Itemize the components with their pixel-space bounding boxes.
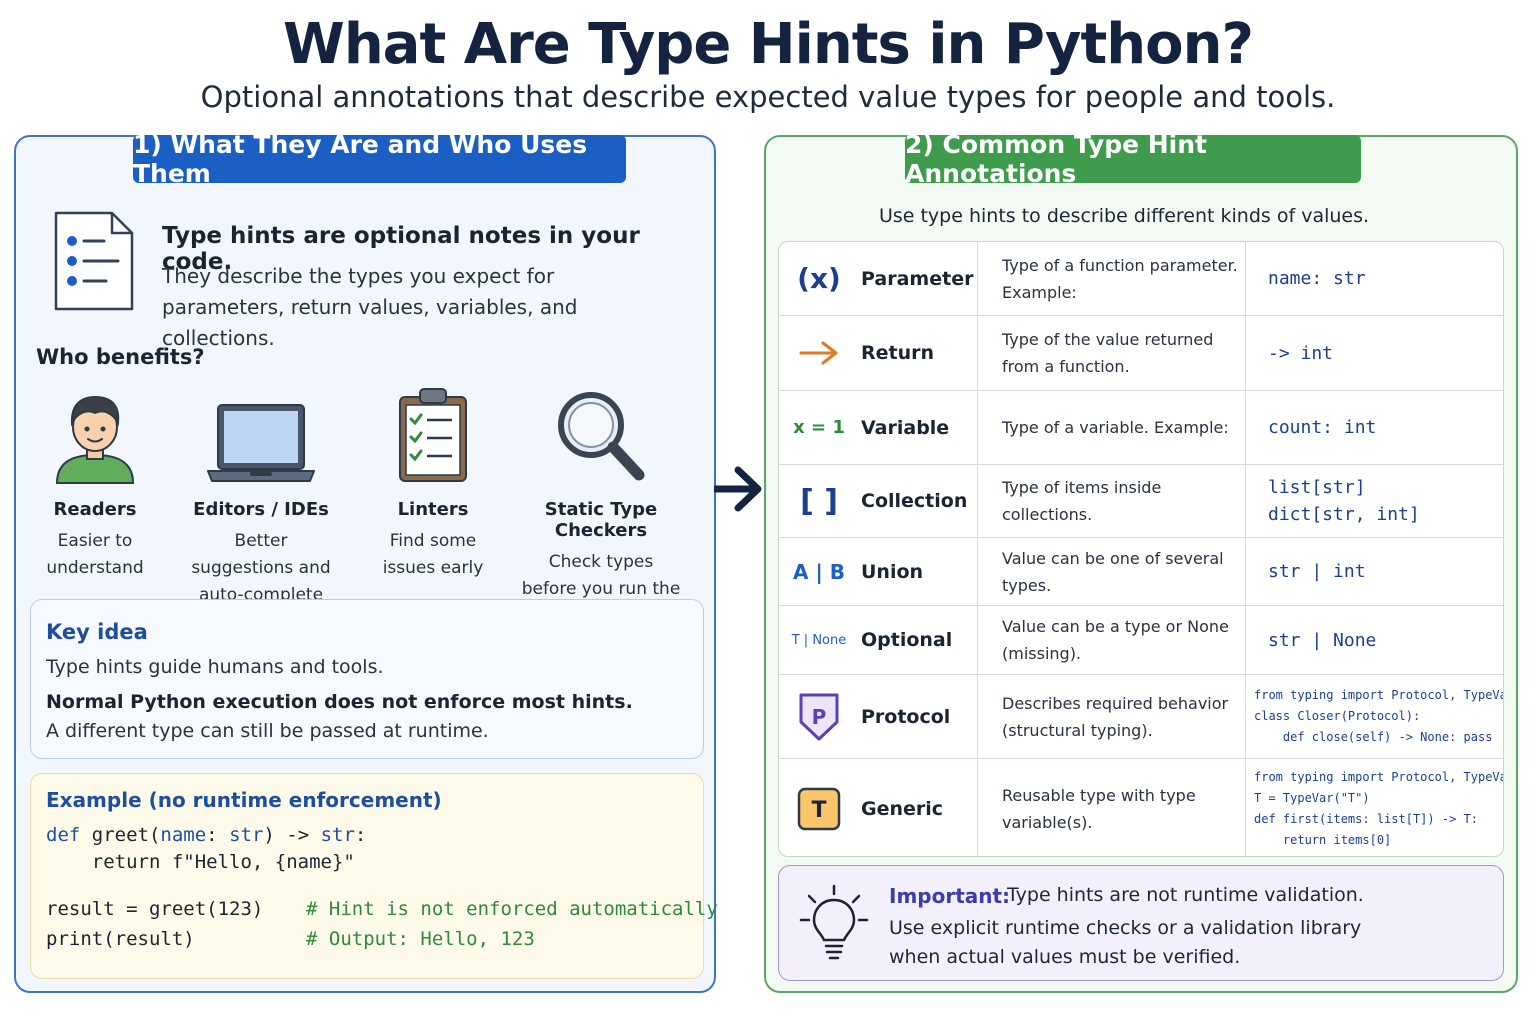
benefit-editors: Editors / IDEs Better suggestions and au…	[176, 379, 346, 609]
arrow-right-icon	[714, 466, 762, 512]
row-desc: Type of the value returned from a functi…	[977, 316, 1245, 390]
key-idea-line-bold: Normal Python execution does not enforce…	[46, 691, 633, 713]
benefit-linters: Linters Find some issues early	[348, 379, 518, 582]
benefit-name: Editors / IDEs	[193, 499, 329, 520]
key-idea-title: Key idea	[46, 620, 148, 644]
table-row-parameter: (x) Parameter Type of a function paramet…	[779, 242, 1503, 316]
row-name: Protocol	[861, 705, 951, 728]
row-name: Variable	[861, 416, 950, 439]
benefit-desc: Find some issues early	[382, 531, 484, 578]
variable-symbol-icon: x = 1	[793, 417, 845, 438]
optional-symbol-icon: T | None	[791, 632, 847, 648]
table-row-optional: T | None Optional Value can be a type or…	[779, 606, 1503, 675]
svg-text:T: T	[811, 798, 826, 823]
table-row-union: A | B Union Value can be one of several …	[779, 538, 1503, 606]
row-desc: Type of a function parameter. Example:	[977, 242, 1245, 315]
clipboard-checklist-icon	[399, 388, 467, 482]
important-line: Type hints are not runtime validation.	[1007, 884, 1364, 906]
intro-body: They describe the types you expect for p…	[162, 264, 578, 350]
row-code: str | int	[1245, 538, 1503, 605]
page-subtitle: Optional annotations that describe expec…	[200, 80, 1336, 114]
row-code: list[str] dict[str, int]	[1245, 465, 1503, 537]
page-title: What Are Type Hints in Python?	[283, 12, 1254, 77]
table-row-collection: [ ] Collection Type of items inside coll…	[779, 465, 1503, 538]
benefit-name: Static Type Checkers	[544, 499, 658, 541]
row-code: str | None	[1245, 606, 1503, 674]
key-idea-box: Key idea Type hints guide humans and too…	[30, 599, 704, 759]
brackets-icon: [ ]	[800, 483, 838, 519]
magnifier-icon	[558, 392, 645, 481]
row-name: Return	[861, 342, 935, 364]
table-row-return: Return Type of the value returned from a…	[779, 316, 1503, 391]
important-line: when actual values must be verified.	[889, 946, 1241, 968]
code-comment: # Output: Hello, 123	[306, 928, 535, 950]
panel-heading-right: 2) Common Type Hint Annotations	[905, 130, 1361, 188]
row-code: count: int	[1245, 391, 1503, 464]
benefit-static-type-checkers: Static Type Checkers Check types before …	[506, 379, 696, 630]
benefit-readers: Readers Easier to understand	[10, 379, 180, 582]
table-row-generic: T Generic Reusable type with type variab…	[779, 759, 1503, 856]
example-box: Example (no runtime enforcement) def gre…	[30, 773, 718, 979]
row-code: from typing import Protocol, TypeVar T = …	[1245, 759, 1503, 856]
lightbulb-icon	[799, 884, 869, 960]
row-desc: Value can be one of several types.	[977, 538, 1245, 605]
example-title: Example (no runtime enforcement)	[46, 788, 442, 812]
union-symbol-icon: A | B	[793, 559, 845, 584]
row-name: Optional	[861, 629, 953, 651]
code-line-def: def greet(name: str) -> str:	[46, 824, 367, 846]
row-name: Collection	[861, 490, 968, 512]
benefit-desc: Better suggestions and auto-complete	[191, 531, 331, 605]
panel-what-they-are: 1) What They Are and Who Uses Them Type …	[14, 130, 718, 993]
row-code: name: str	[1245, 242, 1503, 315]
important-note: Important: Type hints are not runtime va…	[778, 865, 1504, 981]
row-desc: Type of a variable. Example:	[977, 391, 1245, 464]
svg-text:P: P	[812, 705, 827, 729]
benefit-name: Readers	[53, 499, 137, 520]
generic-t-icon: T	[779, 759, 859, 856]
row-name: Union	[861, 560, 924, 583]
protocol-shield-icon: P	[779, 675, 859, 758]
table-row-variable: x = 1 Variable Type of a variable. Examp…	[779, 391, 1503, 465]
key-idea-line: A different type can still be passed at …	[46, 720, 489, 742]
document-list-icon	[54, 211, 134, 311]
benefits-heading: Who benefits?	[36, 345, 205, 369]
row-desc: Type of items inside collections.	[977, 465, 1245, 537]
row-name: Parameter	[861, 267, 974, 290]
code-line-result: result = greet(123)	[46, 898, 264, 920]
important-line: Use explicit runtime checks or a validat…	[889, 917, 1362, 939]
laptop-icon	[207, 404, 315, 482]
row-name: Generic	[861, 797, 944, 820]
row-code: from typing import Protocol, TypeVar clas…	[1245, 675, 1503, 758]
benefit-name: Linters	[397, 499, 469, 520]
code-comment: # Hint is not enforced automatically	[306, 898, 718, 920]
parameter-symbol-icon: (x)	[797, 262, 841, 295]
annotations-table: (x) Parameter Type of a function paramet…	[778, 241, 1504, 857]
code-line-return: return f"Hello, {name}"	[46, 851, 355, 873]
important-label: Important:	[889, 884, 1011, 908]
row-code: -> int	[1245, 316, 1503, 390]
panel-heading-left: 1) What They Are and Who Uses Them	[133, 130, 626, 188]
return-arrow-icon	[779, 316, 859, 390]
person-icon	[55, 395, 135, 484]
table-row-protocol: P Protocol Describes required behavior (…	[779, 675, 1503, 759]
row-desc: Describes required behavior (structural …	[977, 675, 1245, 758]
row-desc: Reusable type with type variable(s).	[977, 759, 1245, 856]
annotations-intro: Use type hints to describe different kin…	[878, 205, 1370, 227]
key-idea-line: Type hints guide humans and tools.	[46, 656, 384, 678]
benefit-desc: Easier to understand	[46, 531, 144, 578]
code-line-print: print(result)	[46, 928, 195, 950]
panel-common-annotations: 2) Common Type Hint Annotations Use type…	[764, 130, 1518, 993]
row-desc: Value can be a type or None (missing).	[977, 606, 1245, 674]
